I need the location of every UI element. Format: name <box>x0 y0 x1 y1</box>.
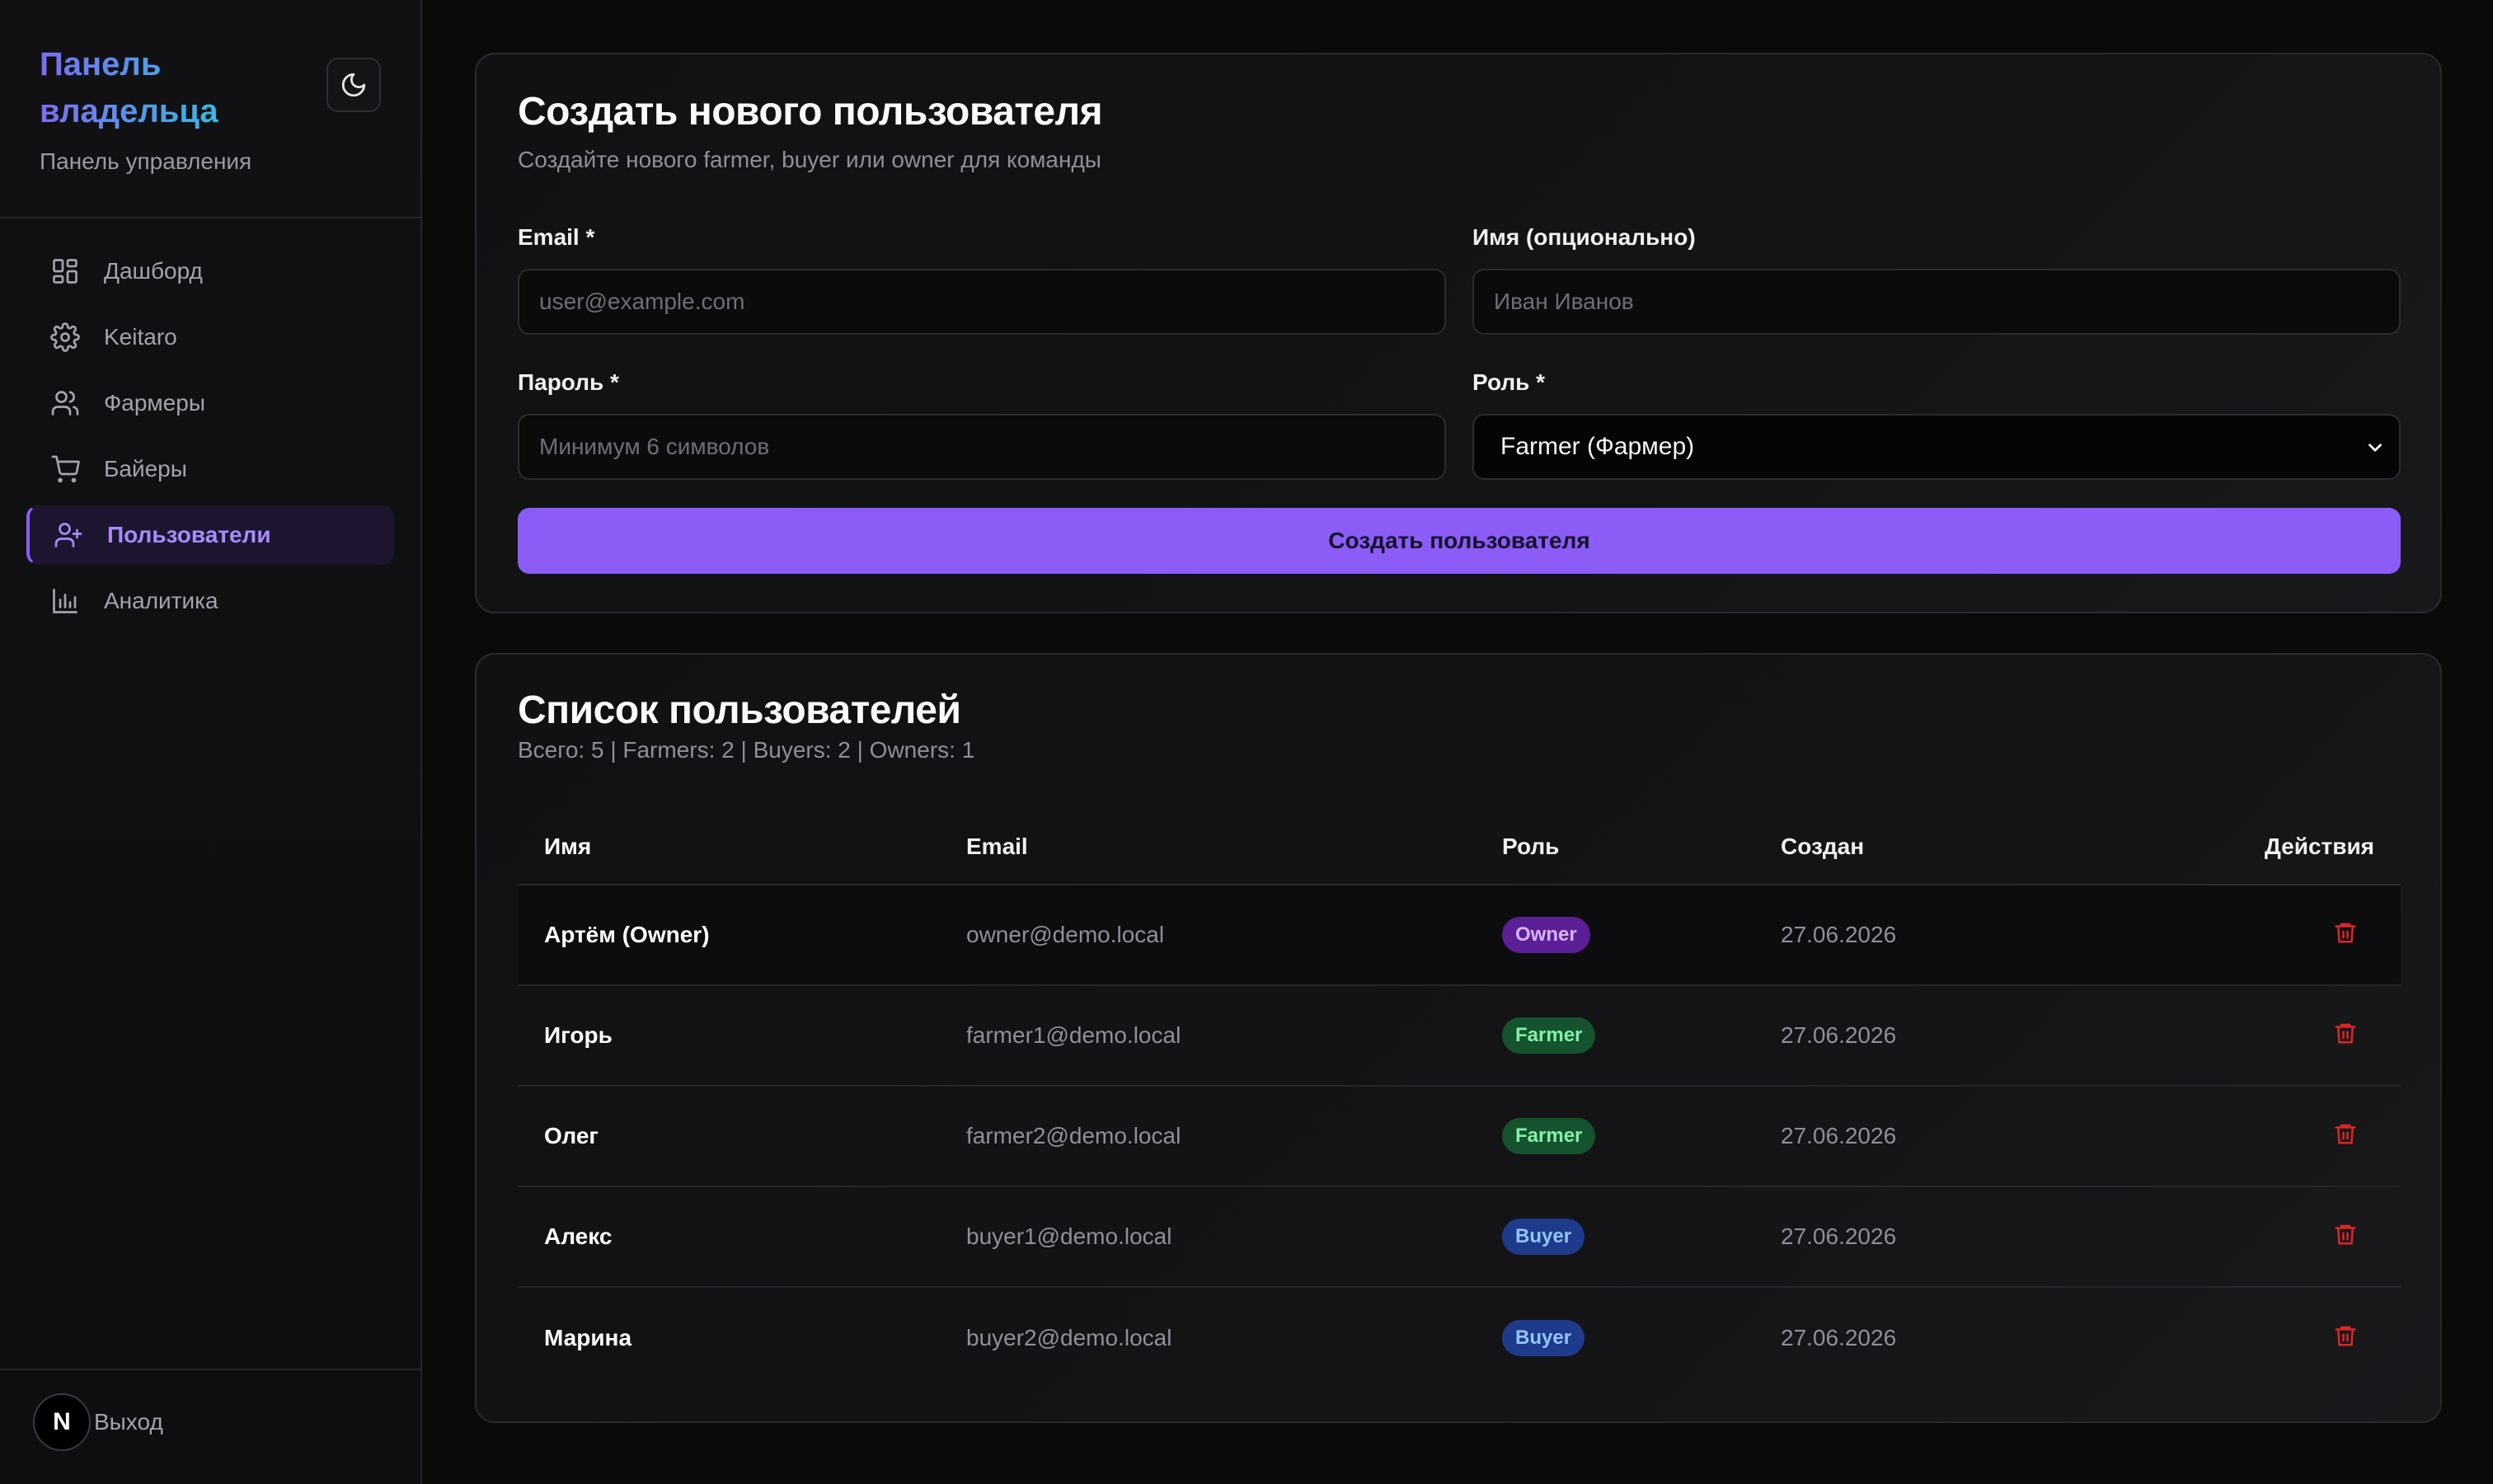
user-email: buyer2@demo.local <box>966 1325 1172 1350</box>
trash-icon <box>2335 1224 2356 1244</box>
sidebar-divider <box>0 217 420 218</box>
sidebar-item-label: Keitaro <box>104 324 177 350</box>
sidebar: Панель владельца Панель управления Дашбо… <box>0 0 422 1484</box>
bar-chart-icon <box>48 584 82 618</box>
role-badge: Owner <box>1502 917 1590 953</box>
role-label: Роль * <box>1472 369 1546 395</box>
column-header-email: Email <box>966 834 1028 859</box>
table-row: Алекс buyer1@demo.local Buyer 27.06.2026 <box>518 1187 2401 1288</box>
user-name: Игорь <box>544 1022 613 1048</box>
user-email: buyer1@demo.local <box>966 1223 1172 1249</box>
logout-label: Выход <box>94 1409 163 1435</box>
delete-user-button[interactable] <box>2333 1121 2358 1152</box>
name-field[interactable] <box>1472 269 2401 335</box>
delete-user-button[interactable] <box>2333 1222 2358 1252</box>
role-cell: Owner <box>1502 917 1590 953</box>
sidebar-item-label: Дашборд <box>104 258 203 284</box>
role-select-value: Farmer (Фармер) <box>1500 433 1695 460</box>
brand-title: Панель владельца <box>40 41 320 135</box>
cart-icon <box>48 452 82 486</box>
create-user-title: Создать нового пользователя <box>518 90 1103 134</box>
user-created-date: 27.06.2026 <box>1781 1123 1897 1148</box>
delete-user-button[interactable] <box>2333 1323 2358 1354</box>
brand-subtitle: Панель управления <box>40 148 252 174</box>
role-badge: Farmer <box>1502 1118 1596 1154</box>
sidebar-item-users[interactable]: Пользователи <box>26 505 394 565</box>
create-user-button[interactable]: Создать пользователя <box>518 508 2401 574</box>
role-badge: Buyer <box>1502 1320 1585 1356</box>
trash-icon <box>2335 1326 2356 1345</box>
user-list-card: Список пользователей Всего: 5 | Farmers:… <box>475 653 2442 1423</box>
sidebar-nav: Дашборд Keitaro Фармеры Байеры Пользоват… <box>26 242 394 637</box>
user-name: Алекс <box>544 1223 613 1249</box>
sidebar-item-label: Пользователи <box>107 522 271 547</box>
role-badge: Farmer <box>1502 1017 1596 1054</box>
logout-button[interactable]: N Выход <box>33 1393 163 1451</box>
email-field[interactable] <box>518 269 1446 335</box>
user-created-date: 27.06.2026 <box>1781 922 1897 947</box>
avatar: N <box>33 1393 91 1451</box>
role-cell: Farmer <box>1502 1017 1596 1054</box>
sidebar-item-buyers[interactable]: Байеры <box>26 439 394 499</box>
trash-icon <box>2335 1124 2356 1144</box>
dashboard-grid-icon <box>48 254 82 289</box>
sidebar-item-dashboard[interactable]: Дашборд <box>26 242 394 301</box>
user-created-date: 27.06.2026 <box>1781 1022 1897 1048</box>
create-user-subtitle: Создайте нового farmer, buyer или owner … <box>518 147 1101 172</box>
user-plus-icon <box>51 518 86 552</box>
column-header-name: Имя <box>544 834 592 859</box>
moon-icon <box>341 73 366 97</box>
user-created-date: 27.06.2026 <box>1781 1325 1897 1350</box>
brand: Панель владельца Панель управления <box>40 41 320 175</box>
email-label: Email * <box>518 224 595 250</box>
user-list-title: Список пользователей <box>518 688 961 732</box>
password-label: Пароль * <box>518 369 619 395</box>
create-user-card: Создать нового пользователя Создайте нов… <box>475 53 2442 613</box>
table-row: Артём (Owner) owner@demo.local Owner 27.… <box>518 885 2401 986</box>
trash-icon <box>2335 923 2356 942</box>
role-select[interactable]: Farmer (Фармер) <box>1472 414 2401 480</box>
sidebar-item-label: Аналитика <box>104 588 218 613</box>
delete-user-button[interactable] <box>2333 1021 2358 1051</box>
theme-toggle-button[interactable] <box>326 58 381 112</box>
sidebar-item-analytics[interactable]: Аналитика <box>26 571 394 631</box>
user-created-date: 27.06.2026 <box>1781 1223 1897 1249</box>
table-header: Имя Email Роль Создан Действия <box>518 810 2401 885</box>
user-name: Олег <box>544 1123 599 1148</box>
gear-icon <box>48 320 82 355</box>
sidebar-item-farmers[interactable]: Фармеры <box>26 373 394 433</box>
role-cell: Farmer <box>1502 1118 1596 1154</box>
sidebar-item-label: Фармеры <box>104 390 205 416</box>
trash-icon <box>2335 1023 2356 1043</box>
name-label: Имя (опционально) <box>1472 224 1696 250</box>
delete-user-button[interactable] <box>2333 920 2358 951</box>
users-table: Имя Email Роль Создан Действия Артём (Ow… <box>518 810 2401 1388</box>
sidebar-item-label: Байеры <box>104 456 187 481</box>
user-email: owner@demo.local <box>966 922 1165 947</box>
column-header-created: Создан <box>1781 834 1865 859</box>
users-icon <box>48 386 82 420</box>
sidebar-divider <box>0 1369 420 1370</box>
user-email: farmer2@demo.local <box>966 1123 1181 1148</box>
role-cell: Buyer <box>1502 1320 1585 1356</box>
table-row: Олег farmer2@demo.local Farmer 27.06.202… <box>518 1087 2401 1187</box>
user-email: farmer1@demo.local <box>966 1022 1181 1048</box>
column-header-actions: Действия <box>2264 834 2374 859</box>
role-cell: Buyer <box>1502 1219 1585 1255</box>
user-list-summary: Всего: 5 | Farmers: 2 | Buyers: 2 | Owne… <box>518 737 975 763</box>
chevron-down-icon <box>2369 444 2382 452</box>
password-field[interactable] <box>518 414 1446 480</box>
table-row: Марина buyer2@demo.local Buyer 27.06.202… <box>518 1288 2401 1388</box>
sidebar-item-keitaro[interactable]: Keitaro <box>26 308 394 367</box>
column-header-role: Роль <box>1502 834 1560 859</box>
table-row: Игорь farmer1@demo.local Farmer 27.06.20… <box>518 986 2401 1087</box>
role-badge: Buyer <box>1502 1219 1585 1255</box>
user-name: Артём (Owner) <box>544 922 710 947</box>
user-name: Марина <box>544 1325 632 1350</box>
